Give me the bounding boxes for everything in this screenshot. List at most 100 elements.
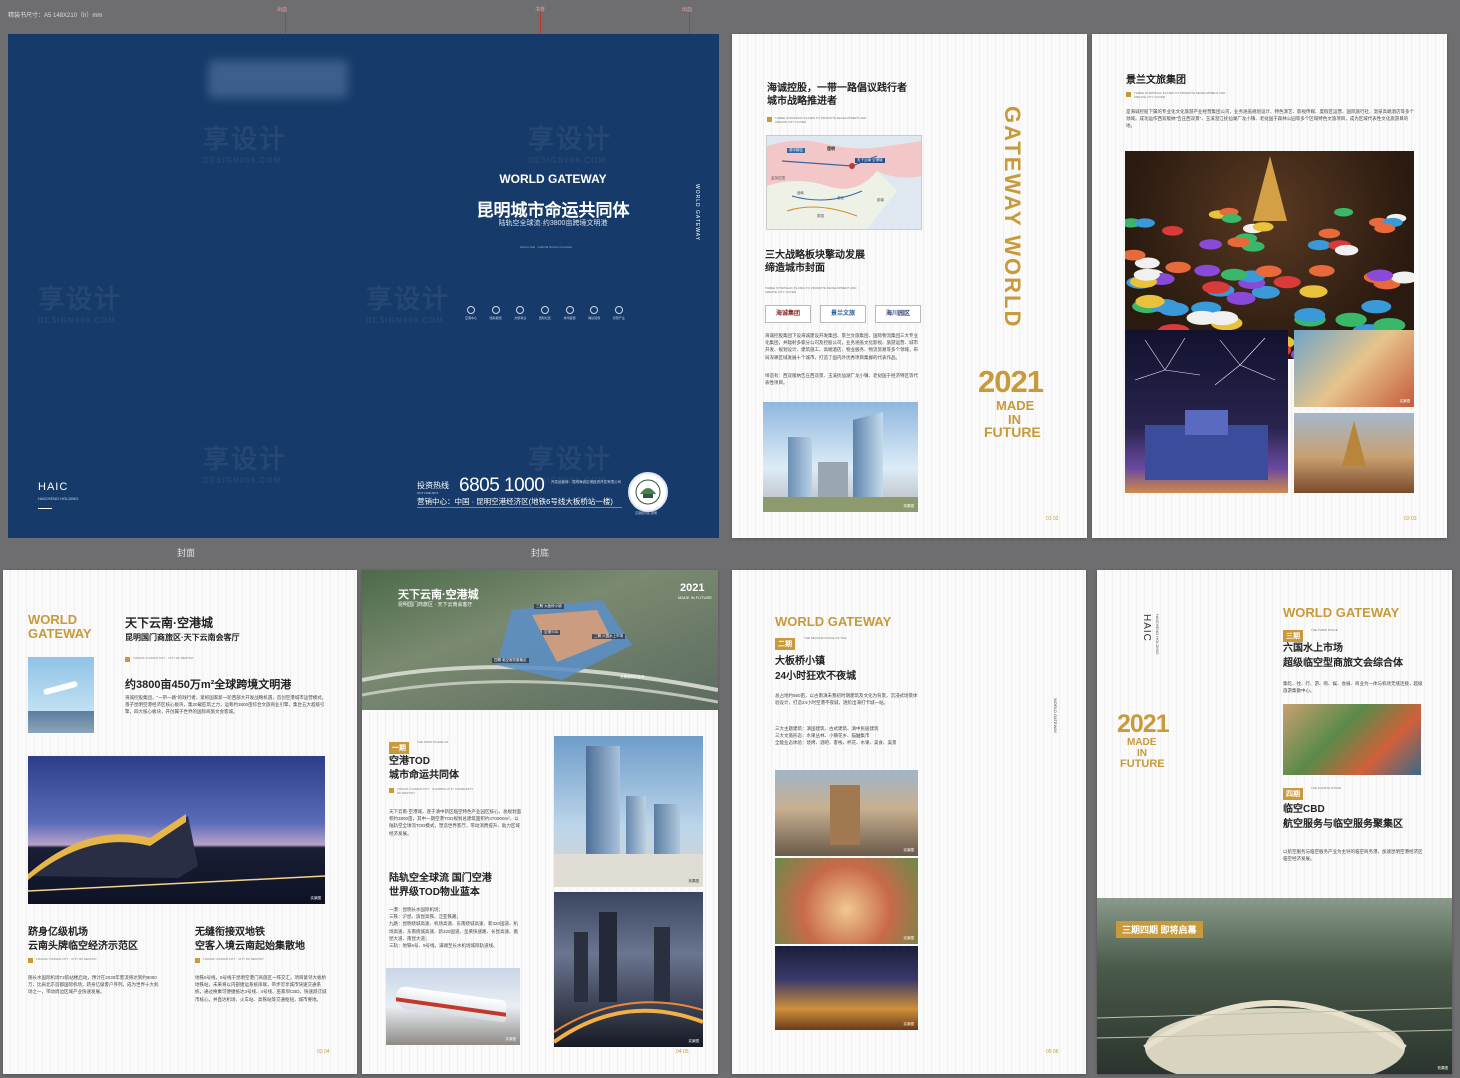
spine-text: WORLD GATEWAY	[694, 184, 700, 242]
page-airport-city: WORLD GATEWAY 天下云南·空港城 昆明国门商旅区·天下云南会客厅 T…	[3, 570, 357, 1074]
page-phase-two: WORLD GATEWAY 二期 THE SECOND PHASE OF THE…	[732, 570, 1086, 1074]
hotline-number: 6805 1000	[459, 475, 545, 496]
spine-text: WORLD GATEWAY	[1053, 698, 1058, 734]
feature-icon: 国际社区	[534, 306, 556, 320]
umbrella-shape	[1334, 207, 1354, 217]
fireworks-graphic	[1134, 337, 1276, 480]
phase3-tag: 三期	[1283, 625, 1303, 643]
page-number: 01 02	[1046, 516, 1059, 522]
body-text: 海诚控股集团下设海诚建设开发集团、景兰文旅集团、国际物流集团三大专业化集团，并辐…	[765, 333, 918, 360]
made-text: MADE	[996, 398, 1035, 413]
phase4-body: 以航空服务与临空服务产业为主导的临空商务港，加速昆明空港经济区临空经济发展。	[1283, 849, 1423, 862]
heading: 空港TOD 城市命运共同体	[389, 756, 459, 781]
image-caption: 实景图	[1399, 399, 1411, 403]
feature-icon: 智慧产业	[608, 306, 630, 320]
feature-list: 三大主题建筑：滇国建筑、古式建筑、滇中民居建筑 三大文旅形态：水果丛林、小镇花乡…	[775, 726, 897, 746]
watermark: 享设计 DESIGN006.COM	[38, 284, 123, 325]
umbrella-shape	[1307, 240, 1331, 251]
title-mark	[1126, 92, 1131, 97]
map-label: 天下云南·空港城	[855, 158, 885, 163]
spec-label: 精装书尺寸：A5 148X210（h）mm	[8, 13, 103, 19]
developer-info: 开发运营商：昆明海诚空港投资开发有限公司	[551, 480, 621, 484]
aerial-year: 2021	[680, 582, 705, 594]
map-label: 泰国	[817, 214, 824, 218]
logo-jinglan: 景兰文旅	[820, 305, 866, 323]
guide-label-3: 出血	[682, 7, 693, 13]
page-phase-one: 天下云南·空港城 昆明国门商旅区 · 天下云南会客厅 2021 MADE IN …	[362, 570, 718, 1074]
town-street-image: 实景图	[775, 770, 918, 856]
body-text: 天下云南·空港城，逐于滇中新区临空特色产业园区核心，总规划面积约3800亩，其中…	[389, 809, 521, 836]
phase3-heading: 六国水上市场 超级临空型商旅文会综合体	[1283, 643, 1403, 669]
image-caption: 效果图	[688, 879, 700, 883]
umbrella-shape	[1335, 312, 1367, 327]
umbrella-shape	[1133, 268, 1160, 281]
umbrella-shape	[1227, 237, 1250, 248]
guide-label-2: 书脊	[535, 7, 546, 13]
aerial-label: 二期·六国水上市场	[592, 634, 626, 639]
coming-soon-banner: 三期四期 即将启幕	[1116, 921, 1203, 938]
cover-tiny-en: Airport Hub · Cultural Tourism Complex	[520, 245, 573, 249]
guide-label-1: 出血	[277, 7, 288, 13]
feature-icon: 跨境贸易	[583, 306, 605, 320]
fireworks-image	[1125, 330, 1288, 493]
sales-center: 营销中心：中国 · 昆明空港经济区(地铁6号线大板桥站一楼)	[417, 497, 613, 506]
label-back: 封底	[531, 548, 550, 558]
world-text: WORLD	[28, 612, 78, 627]
phase-en: THE FIRST PHASE OF	[417, 740, 449, 744]
section-en: THREE STRATEGIC PLATES TO PROMOTE DEVELO…	[765, 286, 857, 295]
body-text: 是海诚控股下属的专业化文化旅游产业经营集团公司，业务涵盖规划设计、特色演艺、影视…	[1126, 109, 1414, 129]
image-caption: 实景图	[903, 1022, 915, 1026]
umbrella-shape	[1134, 218, 1155, 228]
airport-render-image: 三期四期 即将启幕 效果图	[1097, 898, 1452, 1074]
page-number: 05 06	[1046, 1049, 1059, 1055]
image-caption: 实景图	[688, 1039, 700, 1043]
aerial-image: 天下云南·空港城 昆明国门商旅区 · 天下云南会客厅 2021 MADE IN …	[362, 570, 718, 710]
feature-icon: 休闲度假	[559, 306, 581, 320]
body-text-2: 缔造有：西双版纳告庄西双景、玉溪抚仙湖广龙小镇、老挝国于经济特区等代表性项目。	[765, 373, 918, 386]
logo-haichuan: 海川园区	[875, 305, 921, 323]
region-map: 昆明 滇中新区 天下云南·空港城 孟加拉国 缅甸 老挝 泰国 越南	[766, 135, 922, 230]
umbrella-shape	[1202, 281, 1230, 294]
umbrella-shape	[1273, 276, 1301, 289]
page-title: 景兰文旅集团	[1126, 75, 1186, 86]
label-front: 封面	[177, 548, 196, 558]
umbrella-shape	[1374, 223, 1396, 234]
future-text: FUTURE	[984, 424, 1041, 440]
page-number: 02 03	[1404, 516, 1417, 522]
feature-icon: 陆轨枢纽	[485, 306, 507, 320]
page-number: 04 05	[676, 1049, 689, 1055]
umbrella-shape	[1199, 239, 1222, 250]
umbrella-shape	[1226, 291, 1256, 305]
col1-mark	[28, 958, 33, 963]
body-text: 总占地约560亩，以古南滇未我初时期建筑及文化为背景，沉浸式场景体验设计，打造2…	[775, 693, 918, 706]
towers-image: 效果图	[554, 736, 703, 887]
cover-spread: 享设计 DESIGN006.COM 享设计 DESIGN006.COM 享设计 DES…	[8, 34, 719, 538]
phase-en: THE SECOND PHASE OF THE	[804, 636, 847, 640]
made-text: MADE	[1127, 737, 1157, 748]
umbrella-shape	[1299, 285, 1328, 298]
heading-mark	[389, 788, 394, 793]
vertical-brand-sub: HAICHENG HOLDING	[1155, 614, 1160, 655]
umbrella-shape	[1334, 244, 1359, 256]
seal-text: 空港经济区·昆明	[635, 511, 657, 515]
page-subtitle: 昆明国门商旅区·天下云南会客厅	[125, 633, 240, 642]
watermark: 享设计 DESIGN006.COM	[366, 284, 451, 325]
watermark: 享设计 DESIGN006.COM	[528, 124, 613, 165]
water-market-image	[1283, 704, 1421, 775]
umbrella-shape	[1158, 302, 1189, 316]
col2-en: TIANXIA YUNNAN CITY · CITY OF DESTINY	[203, 957, 264, 961]
umbrella-shape	[1294, 308, 1326, 322]
image-caption: 实景图	[310, 896, 322, 900]
col2-body: 地铁6号线，9号线于昆明空港门商旅区一阵交汇。项目紧邻大板桥地铁站，未来将以内部…	[195, 975, 327, 1002]
aerial-label: 空港TOD	[542, 630, 561, 635]
blurred-logo	[208, 60, 348, 98]
aerial-label: 四期·临空服务集聚区	[492, 658, 529, 663]
hotline-label: 投资热线	[417, 481, 449, 490]
phase4-en: THE FOURTH STAGE	[1311, 786, 1342, 790]
watermark: 享设计 DESIGN006.COM	[203, 124, 288, 165]
image-caption: 效果图	[903, 504, 915, 508]
umbrella-shape	[1366, 269, 1394, 282]
umbrella-shape	[1308, 265, 1335, 277]
cover-subtitle: 陆轨空全球流·约3800亩跨境文明港	[498, 220, 608, 227]
section-heading: 三大战略板块擎动发展 缔造城市封面	[765, 250, 865, 274]
